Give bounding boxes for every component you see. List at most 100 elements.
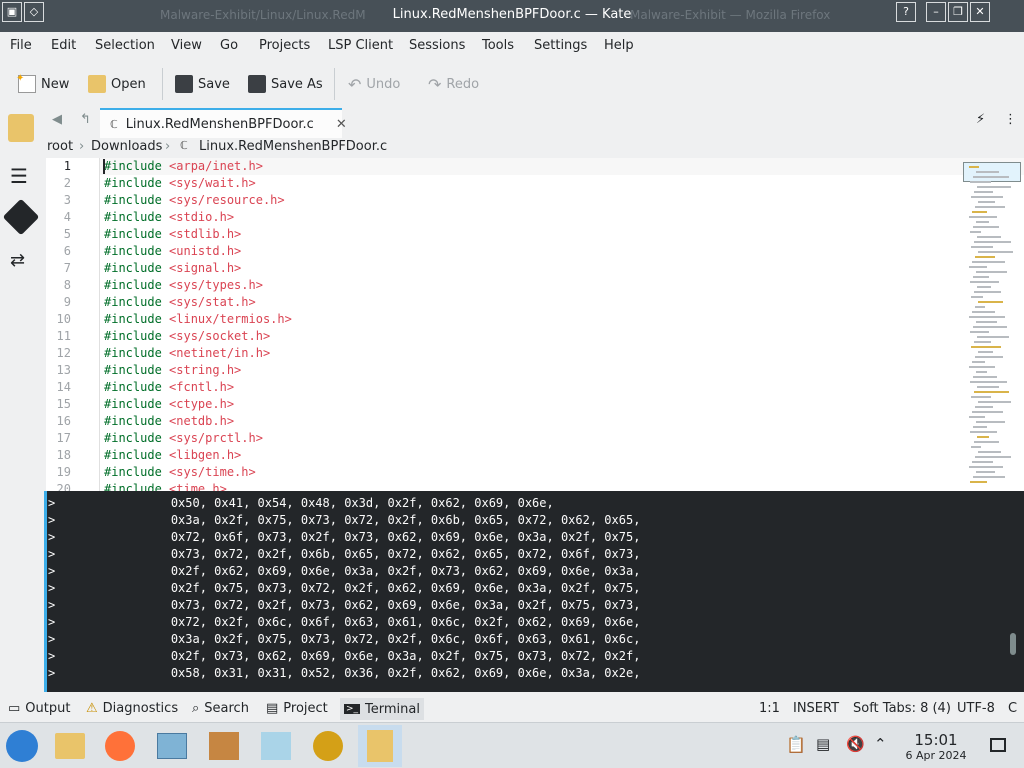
notes-icon[interactable]: ▤	[816, 735, 830, 753]
minimap-line	[969, 166, 979, 168]
include-path: <sys/resource.h>	[169, 193, 285, 207]
search-tab[interactable]: ⌕ Search	[192, 701, 249, 716]
line-number: 8	[63, 278, 71, 292]
minimap-line	[973, 226, 999, 228]
documents-icon[interactable]	[8, 114, 34, 142]
output-tab[interactable]: ▭ Output	[8, 701, 70, 716]
file-manager-icon[interactable]	[48, 725, 92, 767]
minimap-line	[976, 471, 995, 473]
redo-button[interactable]: ↷ Redo	[428, 72, 479, 96]
menu-settings[interactable]: Settings	[534, 38, 587, 53]
toolbar-separator	[162, 68, 163, 100]
minimap-line	[978, 251, 1013, 253]
syntax-mode[interactable]: C	[1008, 701, 1017, 716]
undo-label: Undo	[366, 76, 401, 92]
git-icon[interactable]	[2, 198, 40, 236]
terminal-scrollbar[interactable]	[1010, 633, 1016, 655]
code-editor[interactable]: 1 2 3 4 5 6 7 8 9 10 11 12 13 14 15 16 17 18 19 20 #include…	[46, 158, 1024, 491]
cursor-position[interactable]: 1:1	[759, 701, 780, 716]
include-keyword: #include	[104, 210, 162, 224]
minimap[interactable]	[963, 162, 1021, 484]
menu-selection[interactable]: Selection	[95, 38, 155, 53]
history-icon[interactable]: ↰	[80, 112, 91, 127]
diagnostics-tab[interactable]: ⚠ Diagnostics	[86, 701, 178, 716]
include-keyword: #include	[104, 465, 162, 479]
firefox-icon[interactable]	[98, 725, 142, 767]
kate-task-icon[interactable]	[358, 725, 402, 767]
line-number: 5	[63, 227, 71, 241]
line-number-gutter[interactable]: 1 2 3 4 5 6 7 8 9 10 11 12 13 14 15 16 17 18 19 20	[46, 158, 100, 491]
show-desktop-icon[interactable]	[990, 738, 1006, 752]
installer-icon[interactable]	[254, 725, 298, 767]
close-icon[interactable]: ✕	[970, 2, 990, 22]
project-tab[interactable]: ▤ Project	[266, 701, 328, 716]
system-monitor-icon[interactable]	[150, 725, 194, 767]
tab-menu-icon[interactable]: ⋮	[1004, 112, 1017, 127]
minimap-line	[970, 431, 997, 433]
clipboard-icon[interactable]: 📋	[786, 735, 806, 754]
maximize-icon[interactable]: ❐	[948, 2, 968, 22]
undo-button[interactable]: ↶ Undo	[348, 72, 400, 96]
minimap-line	[972, 361, 985, 363]
new-document-icon: ✦	[16, 73, 36, 93]
settings-gear-icon[interactable]	[306, 725, 350, 767]
terminal-line: > 0x73, 0x72, 0x2f, 0x73, 0x62, 0x69, 0x…	[48, 598, 641, 612]
tab-close-icon[interactable]: ✕	[336, 117, 347, 132]
left-sidebar: ☰ ⇄	[0, 106, 44, 692]
breadcrumb-folder[interactable]: Downloads	[91, 139, 162, 154]
menu-projects[interactable]: Projects	[259, 38, 310, 53]
document-tab-bar: ◀ ↰ ℂ Linux.RedMenshenBPFDoor.c ✕ ⚡ ⋮	[44, 106, 1024, 138]
open-button[interactable]: Open	[88, 72, 146, 96]
quick-open-icon[interactable]: ⚡	[976, 112, 985, 127]
menu-view[interactable]: View	[171, 38, 202, 53]
volume-muted-icon[interactable]: 🔇	[846, 735, 865, 753]
include-path: <sys/prctl.h>	[169, 431, 263, 445]
code-line: #include <ctype.h>	[104, 397, 234, 411]
indentation-setting[interactable]: Soft Tabs: 8 (4)	[853, 701, 951, 716]
line-number: 2	[63, 176, 71, 190]
terminal-tab[interactable]: >_ Terminal	[340, 698, 424, 720]
breadcrumb-root[interactable]: root	[47, 139, 73, 154]
code-line: #include <netinet/in.h>	[104, 346, 270, 360]
menu-sessions[interactable]: Sessions	[409, 38, 465, 53]
include-path: <sys/wait.h>	[169, 176, 256, 190]
include-path: <netinet/in.h>	[169, 346, 271, 360]
minimap-line	[969, 316, 1005, 318]
code-line: #include <stdio.h>	[104, 210, 234, 224]
projects-list-icon[interactable]: ☰	[10, 164, 28, 188]
tab-linux-redmenshenbpfdoor[interactable]: ℂ Linux.RedMenshenBPFDoor.c ✕	[100, 108, 347, 138]
open-label: Open	[111, 76, 146, 92]
terminal-panel[interactable]: > 0x50, 0x41, 0x54, 0x48, 0x3d, 0x2f, 0x…	[44, 491, 1024, 692]
symbol-tree-icon[interactable]: ⇄	[10, 250, 25, 271]
code-line: #include <stdlib.h>	[104, 227, 241, 241]
menu-tools[interactable]: Tools	[482, 38, 514, 53]
minimap-line	[976, 271, 1007, 273]
start-menu-icon[interactable]	[0, 725, 44, 767]
package-icon[interactable]	[202, 725, 246, 767]
menu-go[interactable]: Go	[220, 38, 238, 53]
terminal-line: > 0x58, 0x31, 0x31, 0x52, 0x36, 0x2f, 0x…	[48, 666, 641, 680]
save-as-button[interactable]: Save As	[248, 72, 323, 96]
window-titlebar[interactable]: ▣ ◇ Malware-Exhibit/Linux/Linux.RedM Mal…	[0, 0, 1024, 32]
menu-edit[interactable]: Edit	[51, 38, 76, 53]
breadcrumb-file[interactable]: Linux.RedMenshenBPFDoor.c	[199, 139, 387, 154]
chevron-up-icon[interactable]: ⌃	[874, 735, 887, 753]
input-mode[interactable]: INSERT	[793, 701, 839, 716]
encoding[interactable]: UTF-8	[957, 701, 995, 716]
open-folder-icon	[88, 75, 106, 93]
menu-help[interactable]: Help	[604, 38, 634, 53]
terminal-line: > 0x73, 0x72, 0x2f, 0x6b, 0x65, 0x72, 0x…	[48, 547, 641, 561]
include-keyword: #include	[104, 448, 162, 462]
minimap-line	[975, 206, 1005, 208]
tab-label: Linux.RedMenshenBPFDoor.c	[125, 116, 314, 132]
menu-lsp-client[interactable]: LSP Client	[328, 38, 393, 53]
save-as-icon	[248, 75, 266, 93]
save-button[interactable]: Save	[175, 72, 230, 96]
menu-file[interactable]: File	[10, 38, 32, 53]
new-button[interactable]: ✦ New	[16, 72, 69, 96]
help-icon[interactable]: ?	[896, 2, 916, 22]
include-keyword: #include	[104, 261, 162, 275]
back-arrow-icon[interactable]: ◀	[52, 112, 62, 127]
minimize-icon[interactable]: –	[926, 2, 946, 22]
clock[interactable]: 15:01 6 Apr 2024	[898, 731, 974, 762]
